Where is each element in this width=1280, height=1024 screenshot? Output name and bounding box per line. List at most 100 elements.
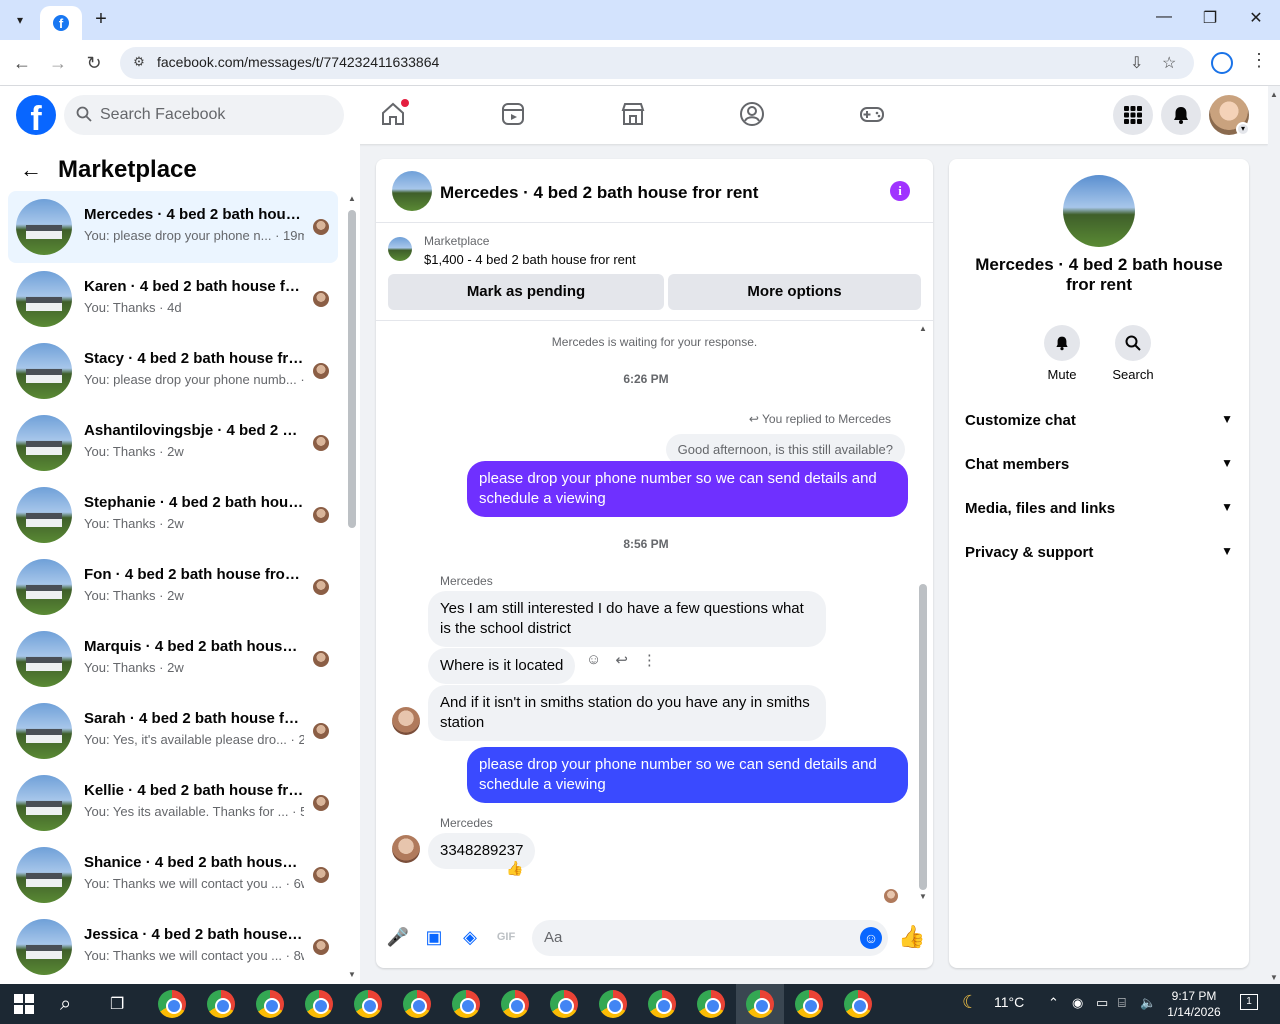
bookmark-star-icon[interactable]: ☆ <box>1162 53 1176 73</box>
groups-icon[interactable] <box>738 100 766 128</box>
chat-members-section[interactable]: Chat members ▼ <box>965 456 1233 480</box>
weather-temperature[interactable]: 11°C <box>994 994 1024 1010</box>
media-files-links-section[interactable]: Media, files and links ▼ <box>965 500 1233 524</box>
chrome-app-icon[interactable] <box>795 990 823 1018</box>
conversation-item[interactable]: Mercedes · 4 bed 2 bath house fror rent Y… <box>8 191 338 263</box>
chrome-app-icon[interactable] <box>305 990 333 1018</box>
conversation-item[interactable]: Karen · 4 bed 2 bath house fror rent You:… <box>8 263 338 335</box>
tray-chevron-icon[interactable]: ⌃ <box>1048 995 1059 1011</box>
info-icon[interactable]: i <box>890 181 910 201</box>
conversation-item[interactable]: Jessica · 4 bed 2 bath house fror rent Yo… <box>8 911 338 983</box>
battery-icon[interactable]: ▭ <box>1096 995 1108 1011</box>
windows-start-icon[interactable] <box>14 994 34 1014</box>
close-window-button[interactable]: ✕ <box>1244 8 1268 28</box>
facebook-logo[interactable]: f <box>16 95 56 135</box>
sidebar-scrollbar-thumb[interactable] <box>348 210 356 528</box>
new-tab-button[interactable]: + <box>90 8 112 30</box>
taskbar-clock[interactable]: 9:17 PM 1/14/2026 <box>1160 988 1228 1020</box>
tray-app-icon[interactable]: ◉ <box>1072 995 1083 1011</box>
conversation-item[interactable]: Stephanie · 4 bed 2 bath house fror rent… <box>8 479 338 551</box>
reply-arrow-icon[interactable]: ↩ <box>615 651 628 669</box>
customize-chat-section[interactable]: Customize chat ▼ <box>965 412 1233 436</box>
chat-title[interactable]: Mercedes · 4 bed 2 bath house fror rent <box>440 183 758 203</box>
conversation-item[interactable]: Kellie · 4 bed 2 bath house fror rent You… <box>8 767 338 839</box>
browser-tab-facebook[interactable]: f <box>40 6 82 40</box>
minimize-button[interactable]: — <box>1152 8 1176 26</box>
listing-thumbnail[interactable] <box>388 237 412 261</box>
marketplace-icon[interactable] <box>619 100 647 128</box>
scroll-down-arrow-icon[interactable]: ▼ <box>1270 973 1278 982</box>
reload-icon[interactable]: ↻ <box>82 51 106 75</box>
network-icon[interactable]: ⌸ <box>1118 995 1126 1011</box>
outgoing-message[interactable]: please drop your phone number so we can … <box>467 747 908 803</box>
chrome-app-icon[interactable] <box>697 990 725 1018</box>
url-text[interactable]: facebook.com/messages/t/774232411633864 <box>157 54 439 70</box>
address-bar[interactable]: ⚙ facebook.com/messages/t/77423241163386… <box>120 47 1194 79</box>
conversation-item[interactable]: Stacy · 4 bed 2 bath house fror rent You:… <box>8 335 338 407</box>
more-options-button[interactable]: More options <box>668 274 921 310</box>
forward-arrow-icon[interactable]: → <box>46 51 70 75</box>
microphone-icon[interactable]: 🎤 <box>386 925 410 949</box>
search-in-chat-button[interactable]: Search <box>1103 325 1163 382</box>
sidebar-scroll-up-icon[interactable]: ▲ <box>348 194 356 203</box>
mute-button[interactable]: Mute <box>1032 325 1092 382</box>
search-facebook-input[interactable]: Search Facebook <box>64 95 344 135</box>
privacy-support-section[interactable]: Privacy & support ▼ <box>965 544 1233 568</box>
chrome-app-icon[interactable] <box>256 990 284 1018</box>
incoming-message[interactable]: Where is it located <box>428 648 576 684</box>
chrome-app-icon[interactable] <box>550 990 578 1018</box>
more-dots-icon[interactable]: ⋮ <box>642 651 657 669</box>
conversation-item[interactable]: Fon · 4 bed 2 bath house fror rent You: T… <box>8 551 338 623</box>
sender-avatar[interactable] <box>392 707 420 735</box>
gif-icon[interactable]: GIF <box>494 925 518 949</box>
conversation-item[interactable]: Ashantilovingsbje · 4 bed 2 bath house f… <box>8 407 338 479</box>
conversation-item[interactable]: Sarah · 4 bed 2 bath house fror rent You:… <box>8 695 338 767</box>
chrome-app-icon[interactable] <box>158 990 186 1018</box>
react-smiley-icon[interactable]: ☺ <box>586 651 601 669</box>
scroll-up-arrow-icon[interactable]: ▲ <box>1270 90 1278 99</box>
notification-center-icon[interactable]: 1 <box>1240 994 1258 1010</box>
conversation-item[interactable]: Marquis · 4 bed 2 bath house fror rent Yo… <box>8 623 338 695</box>
chrome-app-icon[interactable] <box>403 990 431 1018</box>
outgoing-message[interactable]: please drop your phone number so we can … <box>467 461 908 517</box>
chrome-app-icon[interactable] <box>207 990 235 1018</box>
sender-avatar[interactable] <box>392 835 420 863</box>
thread-scroll-down-icon[interactable]: ▼ <box>919 892 927 901</box>
incoming-message[interactable]: Yes I am still interested I do have a fe… <box>428 591 826 647</box>
thread-scroll-up-icon[interactable]: ▲ <box>919 324 927 333</box>
notifications-bell-icon[interactable] <box>1161 95 1201 135</box>
install-app-icon[interactable]: ⇩ <box>1130 53 1143 73</box>
chrome-app-icon[interactable] <box>354 990 382 1018</box>
photo-icon[interactable]: ▣ <box>422 925 446 949</box>
message-input[interactable]: Aa ☺ <box>532 920 888 956</box>
chrome-app-icon[interactable] <box>746 990 774 1018</box>
back-arrow-icon[interactable]: ← <box>20 157 42 183</box>
taskbar-search-icon[interactable]: ⌕ <box>60 993 71 1016</box>
chrome-app-icon[interactable] <box>599 990 627 1018</box>
emoji-icon[interactable]: ☺ <box>860 927 882 949</box>
site-info-icon[interactable]: ⚙ <box>130 54 148 72</box>
browser-profile-icon[interactable] <box>1211 52 1233 74</box>
incoming-message[interactable]: And if it isn't in smiths station do you… <box>428 685 826 741</box>
listing-title[interactable]: $1,400 - 4 bed 2 bath house fror rent <box>424 252 636 267</box>
volume-icon[interactable]: 🔈 <box>1140 995 1156 1011</box>
chrome-app-icon[interactable] <box>452 990 480 1018</box>
sidebar-scroll-down-icon[interactable]: ▼ <box>348 970 356 979</box>
task-view-icon[interactable]: ❐ <box>110 994 124 1014</box>
menu-grid-icon[interactable] <box>1113 95 1153 135</box>
weather-moon-icon[interactable]: ☾ <box>962 992 978 1013</box>
thread-scrollbar-thumb[interactable] <box>919 584 927 890</box>
mark-as-pending-button[interactable]: Mark as pending <box>388 274 664 310</box>
restore-button[interactable]: ❐ <box>1198 8 1222 28</box>
back-arrow-icon[interactable]: ← <box>10 51 34 75</box>
like-thumb-icon[interactable]: 👍 <box>898 924 925 950</box>
gaming-icon[interactable] <box>858 100 886 128</box>
info-listing-thumbnail[interactable] <box>1063 175 1135 247</box>
tab-search-chevron-icon[interactable]: ▾ <box>6 6 34 34</box>
chrome-app-icon[interactable] <box>501 990 529 1018</box>
chrome-app-icon[interactable] <box>648 990 676 1018</box>
browser-menu-icon[interactable]: ⋮ <box>1250 50 1268 71</box>
chat-listing-thumbnail[interactable] <box>392 171 432 211</box>
video-icon[interactable] <box>499 100 527 128</box>
page-scrollbar[interactable]: ▲ ▼ <box>1268 86 1280 984</box>
